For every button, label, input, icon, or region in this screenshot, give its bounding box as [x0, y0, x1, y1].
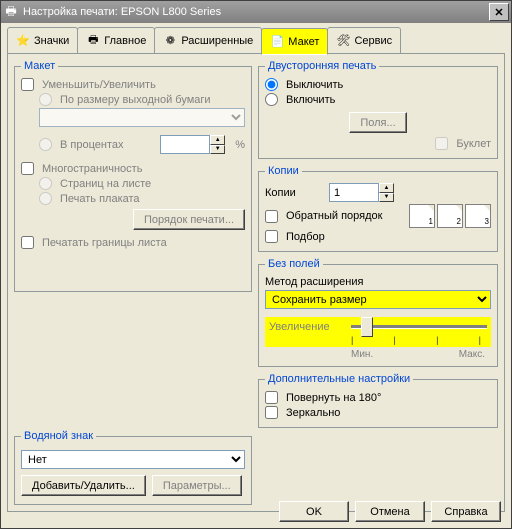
duplex-off-label: Выключить	[286, 79, 343, 91]
copies-label: Копии	[265, 187, 325, 199]
collate-checkbox[interactable]	[265, 230, 278, 243]
enlargement-slider[interactable]	[351, 325, 487, 329]
reduce-enlarge-checkbox[interactable]	[21, 78, 34, 91]
print-borders-checkbox[interactable]	[21, 236, 34, 249]
multipage-label: Многостраничность	[42, 163, 142, 175]
slider-thumb[interactable]	[361, 317, 373, 337]
print-borders-label: Печатать границы листа	[42, 237, 167, 249]
poster-label: Печать плаката	[60, 193, 140, 205]
cancel-button[interactable]: Отмена	[355, 501, 425, 522]
group-duplex: Двусторонняя печать Выключить Включить П…	[258, 60, 498, 159]
multipage-checkbox[interactable]	[21, 162, 34, 175]
titlebar: 🖶 Настройка печати: EPSON L800 Series ✕	[1, 1, 511, 23]
percent-sign: %	[235, 139, 245, 151]
duplex-off-radio[interactable]	[265, 78, 278, 91]
rotate-180-checkbox[interactable]	[265, 391, 278, 404]
group-more: Дополнительные настройки Повернуть на 18…	[258, 373, 498, 428]
expansion-method-label: Метод расширения	[265, 276, 363, 288]
tab-bar: ⭐ Значки 🖶 Главное ❁ Расширенные 📄 Макет…	[1, 23, 511, 54]
percent-label: В процентах	[60, 139, 124, 151]
close-button[interactable]: ✕	[489, 3, 509, 21]
enlargement-slider-row: Увеличение ||||	[265, 317, 491, 347]
tab-layout[interactable]: 📄 Макет	[261, 28, 328, 55]
tab-label: Расширенные	[181, 35, 253, 47]
group-title: Дополнительные настройки	[265, 373, 413, 385]
reverse-order-label: Обратный порядок	[286, 210, 382, 222]
percent-stepper: ▲▼	[210, 135, 225, 154]
slider-max-label: Макс.	[459, 349, 485, 360]
gear-icon: ❁	[163, 34, 177, 48]
booklet-checkbox	[435, 137, 448, 150]
tab-icons[interactable]: ⭐ Значки	[7, 27, 78, 53]
dialog-buttons: OK Отмена Справка	[279, 501, 501, 522]
group-title: Макет	[21, 60, 58, 72]
window-title: Настройка печати: EPSON L800 Series	[23, 6, 489, 18]
wrench-icon: 🛠	[336, 34, 350, 48]
group-title: Водяной знак	[21, 430, 96, 442]
group-layout: Макет Уменьшить/Увеличить По размеру вых…	[14, 60, 252, 292]
output-paper-select	[39, 108, 245, 127]
ok-button[interactable]: OK	[279, 501, 349, 522]
slider-min-label: Мин.	[351, 349, 373, 360]
reverse-order-checkbox[interactable]	[265, 210, 278, 223]
watermark-params-button: Параметры...	[152, 475, 242, 496]
collate-preview-icon: 123	[409, 204, 491, 228]
mirror-label: Зеркально	[286, 407, 340, 419]
star-icon: ⭐	[16, 34, 30, 48]
page-icon: 📄	[270, 35, 284, 49]
enlargement-label: Увеличение	[269, 321, 343, 333]
percent-radio	[39, 138, 52, 151]
pages-per-sheet-radio	[39, 177, 52, 190]
printer-icon: 🖶	[86, 34, 100, 48]
collate-label: Подбор	[286, 231, 325, 243]
printer-icon: 🖶	[3, 4, 19, 20]
print-order-button: Порядок печати...	[133, 209, 245, 230]
group-title: Двусторонняя печать	[265, 60, 379, 72]
fit-page-label: По размеру выходной бумаги	[60, 94, 211, 106]
pages-per-sheet-label: Страниц на листе	[60, 178, 151, 190]
watermark-add-button[interactable]: Добавить/Удалить...	[21, 475, 146, 496]
copies-input[interactable]	[329, 183, 379, 202]
tab-panel-layout: Макет Уменьшить/Увеличить По размеру вых…	[7, 53, 505, 512]
poster-radio	[39, 192, 52, 205]
tab-label: Сервис	[354, 35, 392, 47]
copies-stepper[interactable]: ▲▼	[379, 183, 394, 202]
tab-extended[interactable]: ❁ Расширенные	[154, 27, 262, 53]
duplex-on-label: Включить	[286, 94, 335, 106]
help-button[interactable]: Справка	[431, 501, 501, 522]
group-watermark: Водяной знак Нет Добавить/Удалить... Пар…	[14, 430, 252, 505]
group-title: Копии	[265, 165, 302, 177]
print-settings-window: 🖶 Настройка печати: EPSON L800 Series ✕ …	[0, 0, 512, 529]
watermark-select[interactable]: Нет	[21, 450, 245, 469]
tab-label: Значки	[34, 35, 69, 47]
duplex-on-radio[interactable]	[265, 93, 278, 106]
reduce-enlarge-label: Уменьшить/Увеличить	[42, 79, 156, 91]
rotate-180-label: Повернуть на 180°	[286, 392, 381, 404]
group-borderless: Без полей Метод расширения Сохранить раз…	[258, 258, 498, 367]
mirror-checkbox[interactable]	[265, 406, 278, 419]
group-copies: Копии Копии ▲▼ Обратный порядок 123 Подб…	[258, 165, 498, 252]
tab-label: Главное	[104, 35, 146, 47]
booklet-label: Буклет	[456, 138, 491, 150]
fit-page-radio	[39, 93, 52, 106]
tab-label: Макет	[288, 36, 319, 48]
tab-main[interactable]: 🖶 Главное	[77, 27, 155, 53]
expansion-method-select[interactable]: Сохранить размер	[265, 290, 491, 309]
tab-service[interactable]: 🛠 Сервис	[327, 27, 401, 53]
margins-button: Поля...	[349, 112, 406, 133]
percent-input	[160, 135, 210, 154]
group-title: Без полей	[265, 258, 323, 270]
